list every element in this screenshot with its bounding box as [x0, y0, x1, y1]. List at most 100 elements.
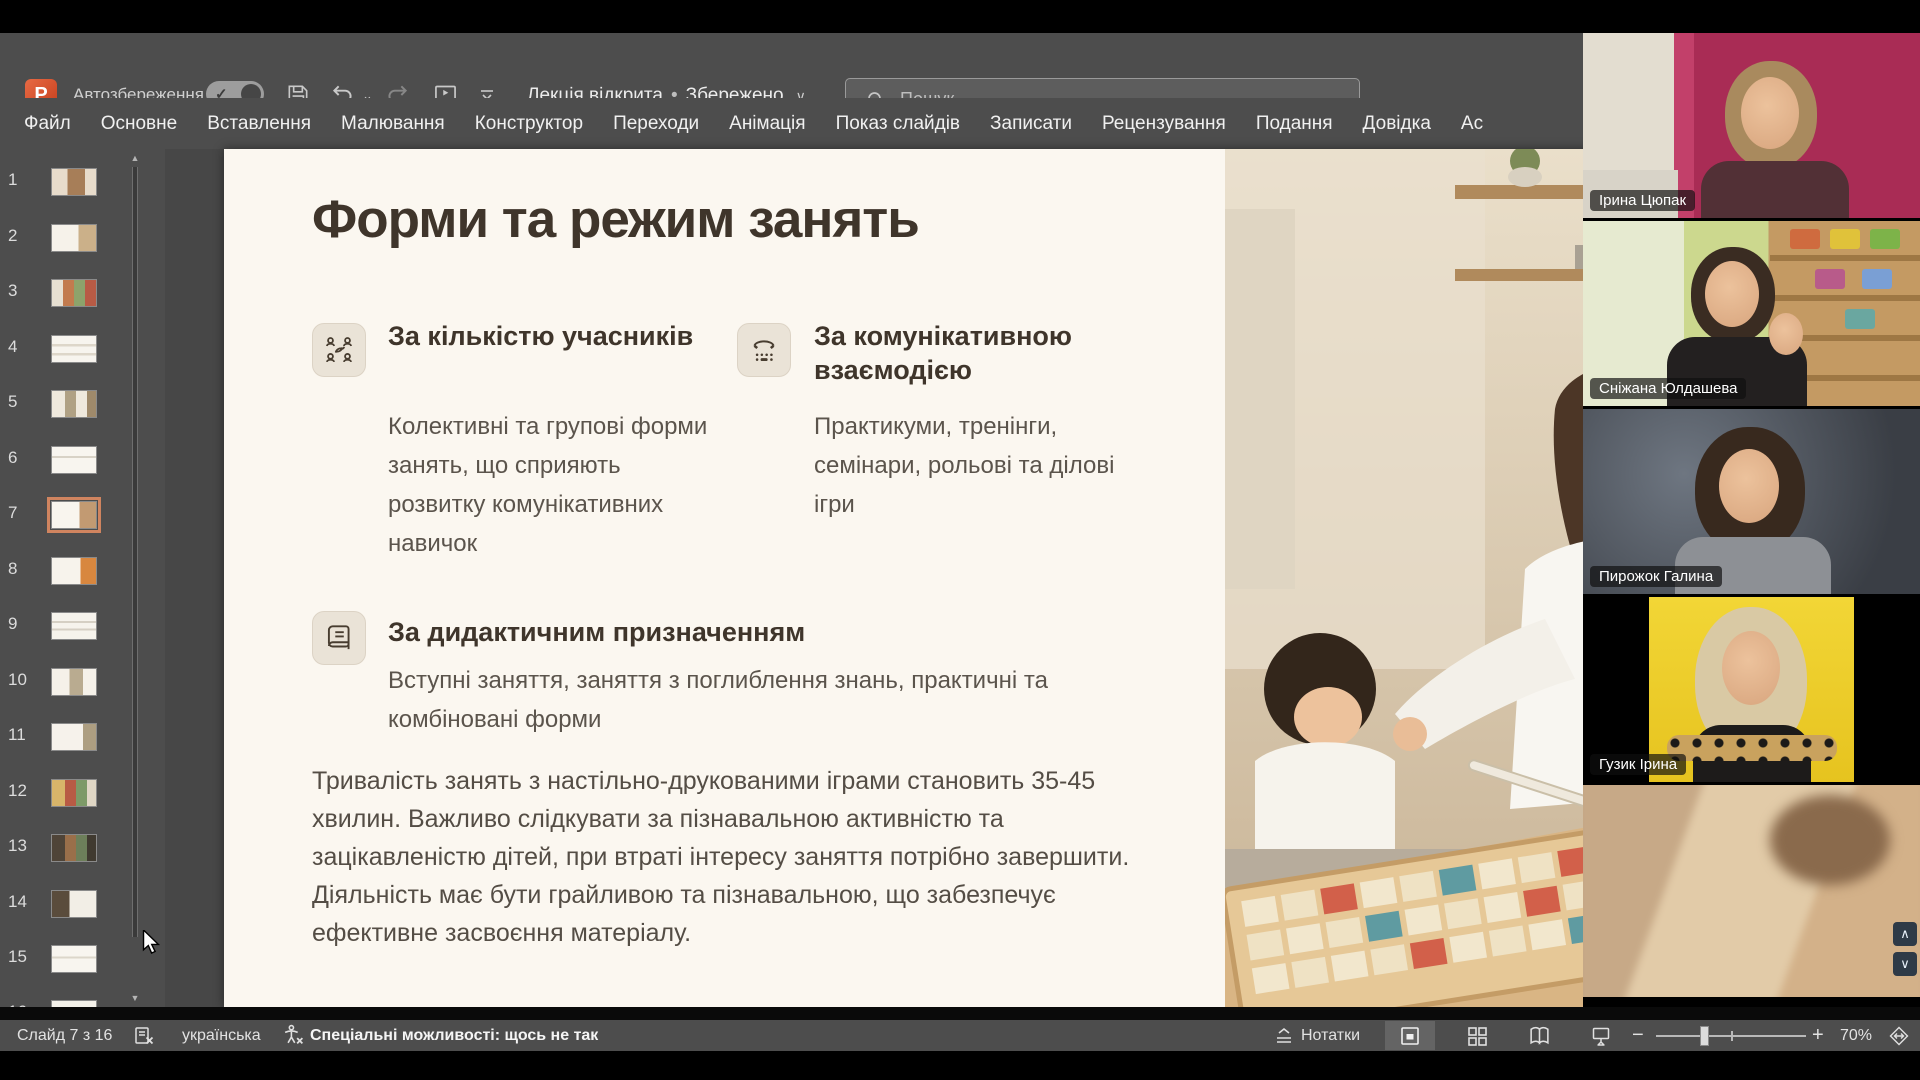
thumb-image: [51, 612, 97, 640]
thumb-image: [51, 723, 97, 751]
chevron-up-icon: ∧: [1900, 926, 1910, 942]
bottom-band: [0, 1007, 1920, 1020]
participant-name: Ірина Цюпак: [1590, 190, 1695, 211]
thumb-image: [51, 834, 97, 862]
thumb-image: [51, 279, 97, 307]
proofing-error-icon: [133, 1025, 155, 1047]
scroll-up-arrow-icon[interactable]: ▲: [129, 151, 141, 165]
notes-label: Нотатки: [1301, 1027, 1360, 1045]
chevron-down-icon: ∨: [1900, 956, 1910, 972]
zoom-slider-handle[interactable]: [1700, 1026, 1709, 1046]
proofing-status-button[interactable]: [133, 1020, 155, 1051]
toy-bin: [1845, 309, 1875, 329]
notes-button[interactable]: Нотатки: [1273, 1020, 1360, 1051]
toy-bin: [1830, 229, 1860, 249]
section-2-body[interactable]: Практикуми, тренінги, семінари, рольові …: [814, 407, 1139, 524]
menu-slideshow[interactable]: Показ слайдів: [821, 98, 975, 149]
participant-video-tile[interactable]: Ірина Цюпак: [1583, 33, 1920, 218]
slide-sorter-button[interactable]: [1452, 1021, 1502, 1050]
thumb-number: 12: [8, 781, 36, 801]
menu-draw[interactable]: Малювання: [326, 98, 460, 149]
thumb-image: [51, 224, 97, 252]
statusbar: Слайд 7 з 16 українська Спеціальні можли…: [0, 1020, 1920, 1051]
telephone-icon[interactable]: [737, 323, 791, 377]
zoom-level[interactable]: 70%: [1840, 1020, 1872, 1051]
normal-view-button[interactable]: [1385, 1021, 1435, 1050]
thumb-image: [51, 668, 97, 696]
normal-view-icon: [1399, 1025, 1421, 1047]
menu-file[interactable]: Файл: [9, 98, 86, 149]
section-3-heading[interactable]: За дидактичним призначенням: [388, 615, 988, 649]
zoom-slider-midtick: [1731, 1031, 1733, 1041]
thumb-number: 5: [8, 392, 36, 412]
menu-assistant-partial[interactable]: Ас: [1446, 98, 1498, 149]
language-button[interactable]: українська: [182, 1020, 261, 1051]
thumb-number: 3: [8, 281, 36, 301]
menu-insert[interactable]: Вставлення: [192, 98, 326, 149]
accessibility-status[interactable]: Спеціальні можливості: щось не так: [310, 1020, 598, 1051]
menu-animations[interactable]: Анімація: [714, 98, 820, 149]
thumb-image: [51, 446, 97, 474]
scroll-down-arrow-icon[interactable]: ▼: [129, 991, 141, 1005]
slide-paragraph[interactable]: Тривалість занять з настільно-друкованим…: [312, 762, 1130, 952]
reading-view-icon: [1528, 1024, 1551, 1047]
participants-scroll-down-button[interactable]: ∨: [1893, 952, 1917, 976]
participant-video-tile[interactable]: Пирожок Галина: [1583, 409, 1920, 594]
app-screen: P Автозбереження ✓ ⌄: [0, 0, 1920, 1080]
reading-view-button[interactable]: [1514, 1021, 1564, 1050]
participant-video-tile-partial[interactable]: [1583, 785, 1920, 997]
participant-video-tile[interactable]: Сніжана Юлдашева: [1583, 221, 1920, 406]
thumb-number: 13: [8, 836, 36, 856]
section-1-body[interactable]: Колективні та групові форми занять, що с…: [388, 407, 723, 563]
slide-indicator[interactable]: Слайд 7 з 16: [17, 1020, 112, 1051]
section-3-body[interactable]: Вступні заняття, заняття з поглиблення з…: [388, 661, 1118, 739]
participant-video-tile[interactable]: Гузик Ірина: [1583, 597, 1920, 782]
thumb-number: 2: [8, 226, 36, 246]
participant-name: Пирожок Галина: [1590, 566, 1722, 587]
thumb-image: [51, 501, 97, 529]
thumb-number: 9: [8, 614, 36, 634]
toy-bin: [1790, 229, 1820, 249]
menu-home[interactable]: Основне: [86, 98, 193, 149]
blurred-figure: [1770, 795, 1890, 885]
thumb-number: 15: [8, 947, 36, 967]
thumb-image: [51, 890, 97, 918]
thumb-image: [51, 779, 97, 807]
menu-review[interactable]: Рецензування: [1087, 98, 1241, 149]
thumb-number: 14: [8, 892, 36, 912]
menu-help[interactable]: Довідка: [1348, 98, 1446, 149]
menu-view[interactable]: Подання: [1241, 98, 1348, 149]
notes-icon: [1273, 1025, 1295, 1047]
menu-design[interactable]: Конструктор: [460, 98, 598, 149]
zoom-in-button[interactable]: +: [1812, 1020, 1824, 1051]
zoom-out-button[interactable]: −: [1632, 1020, 1644, 1051]
toy-bin: [1870, 229, 1900, 249]
slideshow-view-button[interactable]: [1576, 1021, 1626, 1050]
section-2-heading[interactable]: За комунікативною взаємодією: [814, 319, 1072, 387]
hand-shape: [1769, 313, 1803, 355]
bottom-black-strip: [0, 1051, 1920, 1080]
thumbnail-scrollbar[interactable]: ▲ ▼: [129, 149, 141, 1007]
toy-bin: [1815, 269, 1845, 289]
mouse-cursor: [141, 930, 163, 954]
thumb-image: [51, 168, 97, 196]
fit-to-window-button[interactable]: [1880, 1021, 1918, 1050]
scrollbar-thumb[interactable]: [132, 167, 138, 937]
slideshow-icon: [1590, 1025, 1612, 1047]
menu-record[interactable]: Записати: [975, 98, 1087, 149]
slide-canvas[interactable]: Форми та режим занять За кількістю учасн…: [224, 149, 1750, 1007]
thumb-number: 1: [8, 170, 36, 190]
thumb-image: [51, 335, 97, 363]
thumb-image: [51, 390, 97, 418]
thumb-image: [51, 557, 97, 585]
menu-transitions[interactable]: Переходи: [598, 98, 714, 149]
participants-scroll-up-button[interactable]: ∧: [1893, 922, 1917, 946]
thumb-number: 8: [8, 559, 36, 579]
book-icon[interactable]: [312, 611, 366, 665]
thumb-number: 6: [8, 448, 36, 468]
accessibility-button[interactable]: [282, 1020, 305, 1051]
section-1-heading[interactable]: За кількістю учасників: [388, 319, 728, 353]
slide-title[interactable]: Форми та режим занять: [312, 189, 919, 250]
fit-to-window-icon: [1888, 1025, 1910, 1047]
participants-group-icon[interactable]: [312, 323, 366, 377]
